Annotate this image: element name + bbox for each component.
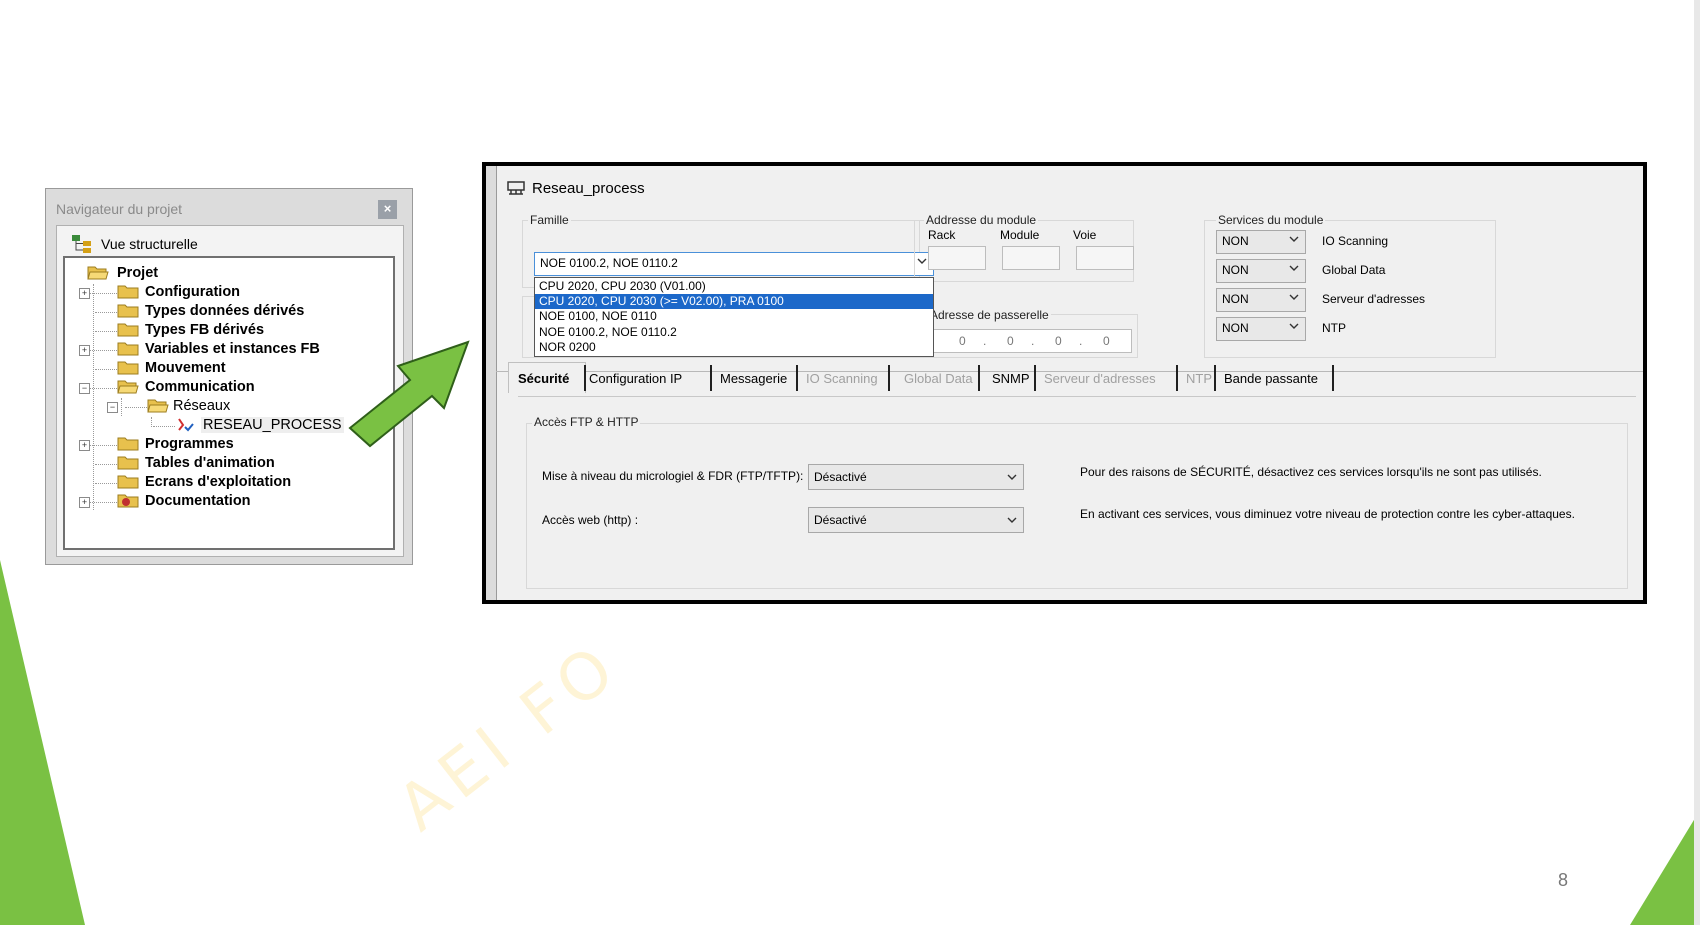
folder-icon bbox=[117, 361, 139, 375]
slide-green-triangle-right bbox=[1630, 810, 1700, 925]
watermark: AEI FO bbox=[384, 628, 634, 846]
global-data-select[interactable]: NON bbox=[1216, 259, 1306, 283]
slide-edge bbox=[1694, 0, 1700, 925]
structure-view-label[interactable]: Vue structurelle bbox=[101, 236, 198, 252]
chevron-down-icon bbox=[1289, 323, 1299, 329]
network-config-dialog: Reseau_process Famille NOE 0100.2, NOE 0… bbox=[482, 162, 1647, 604]
ftp-http-label: Accès FTP & HTTP bbox=[532, 415, 641, 429]
address-server-label: Serveur d'adresses bbox=[1322, 292, 1426, 306]
services-label: Services du module bbox=[1216, 213, 1326, 227]
green-arrow-icon bbox=[348, 340, 470, 448]
gateway-ip-field[interactable]: 0 . 0 . 0 . 0 bbox=[932, 329, 1132, 353]
folder-icon bbox=[117, 304, 139, 318]
select-value: NON bbox=[1222, 321, 1249, 335]
open-folder-icon bbox=[117, 380, 139, 394]
gateway-label: Adresse de passerelle bbox=[928, 308, 1051, 322]
folder-icon bbox=[117, 342, 139, 356]
ntp-select[interactable]: NON bbox=[1216, 317, 1306, 341]
security-info-2: En activant ces services, vous diminuez … bbox=[1080, 507, 1575, 521]
close-icon[interactable]: × bbox=[378, 200, 397, 219]
famille-selected: NOE 0100.2, NOE 0110.2 bbox=[540, 256, 678, 270]
tree-label: Documentation bbox=[145, 493, 251, 509]
collapse-icon[interactable]: − bbox=[79, 383, 90, 394]
tree-label: Mouvement bbox=[145, 360, 226, 376]
famille-select[interactable]: NOE 0100.2, NOE 0110.2 bbox=[534, 252, 934, 276]
dropdown-option[interactable]: NOE 0100, NOE 0110 bbox=[535, 309, 933, 324]
folder-icon bbox=[117, 323, 139, 337]
tree-label: Types données dérivés bbox=[145, 303, 305, 319]
navigator-title: Navigateur du projet bbox=[56, 201, 183, 217]
documentation-icon bbox=[117, 494, 139, 508]
open-folder-icon bbox=[87, 266, 109, 280]
tree-label: Communication bbox=[145, 379, 255, 395]
expand-icon[interactable]: + bbox=[79, 288, 90, 299]
io-scanning-label: IO Scanning bbox=[1322, 234, 1389, 248]
expand-icon[interactable]: + bbox=[79, 345, 90, 356]
tab-bar: Sécurité Configuration IP Messagerie IO … bbox=[496, 359, 1643, 393]
open-folder-icon bbox=[147, 399, 169, 413]
tree-label: Configuration bbox=[145, 284, 241, 300]
tree-label: Variables et instances FB bbox=[145, 341, 320, 357]
dropdown-option[interactable]: CPU 2020, CPU 2030 (V01.00) bbox=[535, 279, 933, 294]
rack-field[interactable] bbox=[928, 246, 986, 270]
ip-segment: 0 bbox=[1055, 334, 1062, 348]
tree-label: Programmes bbox=[145, 436, 234, 452]
security-tab-panel: Accès FTP & HTTP Mise à niveau du microl… bbox=[518, 396, 1636, 595]
tree-label: Types FB dérivés bbox=[145, 322, 265, 338]
structure-view-icon bbox=[72, 235, 91, 253]
module-address-label: Addresse du module bbox=[924, 213, 1039, 227]
famille-dropdown-list: CPU 2020, CPU 2030 (V01.00) CPU 2020, CP… bbox=[534, 277, 934, 357]
select-value: NON bbox=[1222, 263, 1249, 277]
ftp-http-group bbox=[526, 423, 1628, 589]
dropdown-option[interactable]: NOR 0200 bbox=[535, 340, 933, 355]
ftp-select[interactable]: Désactivé bbox=[808, 464, 1024, 490]
tree-label: Réseaux bbox=[173, 398, 231, 414]
tree-label: Ecrans d'exploitation bbox=[145, 474, 292, 490]
ip-segment: 0 bbox=[1007, 334, 1014, 348]
security-info-1: Pour des raisons de SÉCURITÉ, désactivez… bbox=[1080, 465, 1542, 479]
voie-field[interactable] bbox=[1076, 246, 1134, 270]
dropdown-option-selected[interactable]: CPU 2020, CPU 2030 (>= V02.00), PRA 0100 bbox=[535, 294, 933, 309]
select-value: NON bbox=[1222, 292, 1249, 306]
chevron-down-icon bbox=[1289, 265, 1299, 271]
tree-label: Projet bbox=[117, 265, 159, 281]
rack-label: Rack bbox=[928, 228, 956, 242]
dialog-title: Reseau_process bbox=[532, 180, 645, 197]
folder-icon bbox=[117, 285, 139, 299]
page-number: 8 bbox=[1558, 870, 1569, 890]
slide-green-triangle-left bbox=[0, 560, 85, 925]
module-field[interactable] bbox=[1002, 246, 1060, 270]
network-icon bbox=[178, 418, 194, 432]
folder-icon bbox=[117, 456, 139, 470]
io-scanning-select[interactable]: NON bbox=[1216, 230, 1306, 254]
network-icon bbox=[507, 181, 525, 195]
ftp-label: Mise à niveau du micrologiel & FDR (FTP/… bbox=[542, 469, 804, 483]
expand-icon[interactable]: + bbox=[79, 440, 90, 451]
ip-segment: 0 bbox=[959, 334, 966, 348]
ip-segment: 0 bbox=[1103, 334, 1110, 348]
folder-icon bbox=[117, 475, 139, 489]
chevron-down-icon bbox=[1289, 294, 1299, 300]
select-value: Désactivé bbox=[814, 513, 867, 527]
voie-label: Voie bbox=[1073, 228, 1097, 242]
collapse-icon[interactable]: − bbox=[107, 402, 118, 413]
chevron-down-icon bbox=[1289, 236, 1299, 242]
chevron-down-icon bbox=[1007, 474, 1017, 480]
address-server-select[interactable]: NON bbox=[1216, 288, 1306, 312]
tree-label: Tables d'animation bbox=[145, 455, 275, 471]
select-value: NON bbox=[1222, 234, 1249, 248]
folder-icon bbox=[117, 437, 139, 451]
expand-icon[interactable]: + bbox=[79, 497, 90, 508]
web-select[interactable]: Désactivé bbox=[808, 507, 1024, 533]
tree-label: RESEAU_PROCESS bbox=[201, 417, 344, 433]
famille-label: Famille bbox=[528, 213, 571, 227]
select-value: Désactivé bbox=[814, 470, 867, 484]
chevron-down-icon bbox=[1007, 517, 1017, 523]
global-data-label: Global Data bbox=[1322, 263, 1386, 277]
module-label: Module bbox=[1000, 228, 1040, 242]
ntp-label: NTP bbox=[1322, 321, 1346, 335]
dropdown-option[interactable]: NOE 0100.2, NOE 0110.2 bbox=[535, 325, 933, 340]
web-label: Accès web (http) : bbox=[542, 513, 639, 527]
